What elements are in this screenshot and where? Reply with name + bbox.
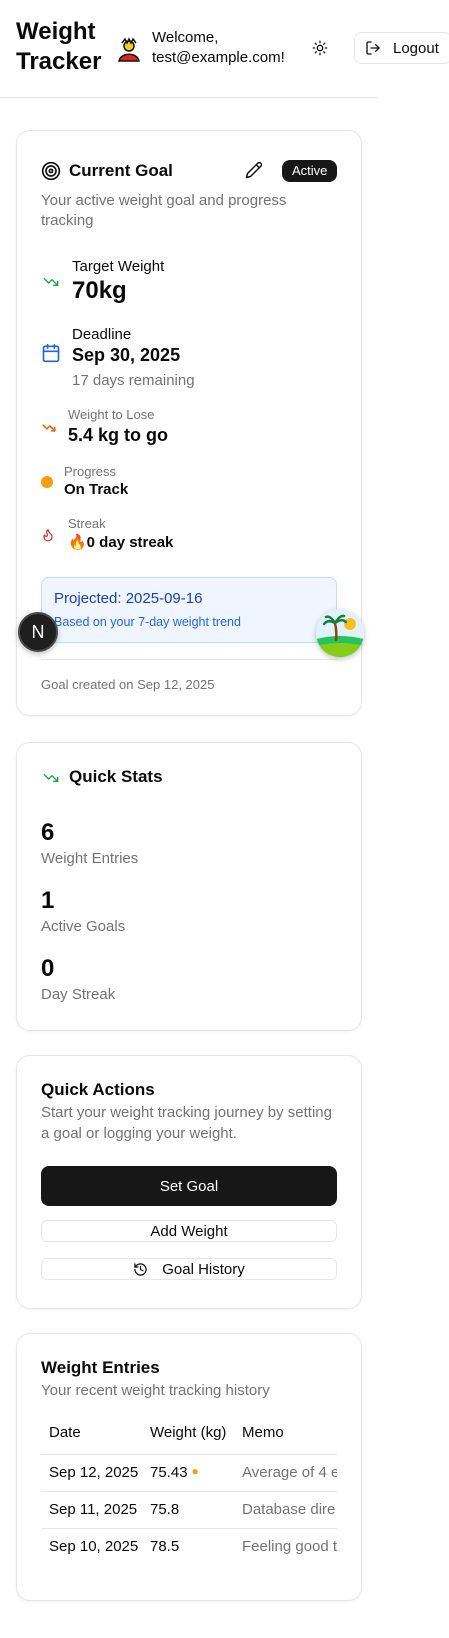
sun-icon xyxy=(312,40,328,56)
stat-value: 6 xyxy=(41,819,55,846)
column-header-date: Date xyxy=(41,1412,142,1455)
goal-subtitle: Your active weight goal and progress tra… xyxy=(41,192,287,229)
table-header-row: Date Weight (kg) Memo xyxy=(41,1412,337,1455)
stat-value: 1 xyxy=(41,887,55,914)
weight-entries-table: Date Weight (kg) Memo Sep 12, 2025 75.43… xyxy=(41,1412,337,1565)
add-weight-button[interactable]: Add Weight xyxy=(41,1220,337,1242)
trend-down-icon xyxy=(43,774,59,782)
weight-entries-card: Weight Entries Your recent weight tracki… xyxy=(16,1333,362,1601)
projection-box: Projected: 2025-09-16 Based on your 7-da… xyxy=(41,577,337,643)
target-weight-label: Target Weight xyxy=(72,258,165,275)
theme-toggle-button[interactable] xyxy=(308,36,332,60)
averaged-indicator: ● xyxy=(191,1464,199,1478)
flame-icon xyxy=(43,529,53,542)
progress-value: On Track xyxy=(64,481,129,498)
entry-weight: 78.5 xyxy=(150,1538,180,1556)
app-title: Weight Tracker xyxy=(16,18,102,75)
pencil-icon xyxy=(245,161,263,179)
edit-goal-button[interactable] xyxy=(245,161,263,184)
streak-label: Streak xyxy=(68,516,106,531)
logout-button[interactable]: Logout xyxy=(354,32,449,64)
status-badge: Active xyxy=(282,160,338,182)
goal-title: Current Goal xyxy=(69,161,173,180)
quick-actions-card: Quick Actions Start your weight tracking… xyxy=(16,1055,362,1309)
actions-subtitle: Start your weight tracking journey by se… xyxy=(41,1104,332,1142)
stat-label: Day Streak xyxy=(41,986,116,1003)
entry-date: Sep 11, 2025 xyxy=(41,1491,142,1529)
entry-date: Sep 12, 2025 xyxy=(41,1454,142,1492)
table-row[interactable]: Sep 10, 2025 78.5 Feeling good t xyxy=(41,1528,337,1565)
progress-label: Progress xyxy=(64,464,117,479)
column-header-memo: Memo xyxy=(234,1412,337,1455)
progress-dot xyxy=(41,476,53,488)
weight-to-lose-label: Weight to Lose xyxy=(68,407,155,422)
quick-stats-card: Quick Stats 6 Weight Entries 1 Active Go… xyxy=(16,742,362,1031)
stat-label: Weight Entries xyxy=(41,850,139,867)
table-row[interactable]: Sep 12, 2025 75.43 ● Average of 4 e xyxy=(41,1454,337,1492)
entry-weight: 75.43 xyxy=(150,1464,188,1481)
goal-created-text: Goal created on Sep 12, 2025 xyxy=(41,677,215,692)
entry-memo: Database dire xyxy=(234,1491,337,1529)
history-icon xyxy=(134,1262,147,1276)
goal-history-button[interactable]: Goal History xyxy=(41,1258,337,1280)
weight-to-lose-value: 5.4 kg to go xyxy=(68,425,169,445)
calendar-icon xyxy=(42,343,60,363)
n-floating-button[interactable]: N xyxy=(18,612,58,652)
entries-title: Weight Entries xyxy=(41,1358,160,1377)
entry-weight-cell: 75.43 ● xyxy=(142,1454,234,1492)
stats-title: Quick Stats xyxy=(69,767,163,786)
stat-value: 0 xyxy=(41,955,55,982)
set-goal-button[interactable]: Set Goal xyxy=(41,1166,337,1206)
entry-memo: Feeling good t xyxy=(242,1538,337,1556)
current-goal-card: Current Goal Active Your active weight g… xyxy=(16,130,362,716)
palm-island-icon xyxy=(316,609,364,657)
days-remaining: 17 days remaining xyxy=(72,372,195,389)
entry-memo: Average of 4 e xyxy=(234,1454,337,1492)
stat-label: Active Goals xyxy=(41,918,126,935)
logout-icon xyxy=(366,41,380,55)
app-header: Weight Tracker Welcome, test@example.com… xyxy=(0,0,449,98)
welcome-text: Welcome, test@example.com! xyxy=(152,29,285,66)
streak-value: 🔥0 day streak xyxy=(68,534,174,551)
trend-down-icon xyxy=(43,278,59,286)
avatar-icon xyxy=(116,37,142,63)
entries-subtitle: Your recent weight tracking history xyxy=(41,1382,270,1399)
table-row[interactable]: Sep 11, 2025 75.8 Database dire xyxy=(41,1491,337,1529)
right-gutter xyxy=(378,98,449,1638)
actions-title: Quick Actions xyxy=(41,1080,155,1099)
divider xyxy=(41,659,337,660)
trend-down-icon xyxy=(42,424,56,432)
island-avatar-button[interactable] xyxy=(316,609,364,657)
target-weight-value: 70kg xyxy=(72,277,127,304)
entry-weight: 75.8 xyxy=(142,1491,234,1529)
goal-history-label: Goal History xyxy=(162,1260,245,1278)
deadline-label: Deadline xyxy=(72,326,132,343)
entry-date: Sep 10, 2025 xyxy=(49,1538,139,1556)
deadline-value: Sep 30, 2025 xyxy=(72,345,181,365)
projected-date: Projected: 2025-09-16 xyxy=(54,590,203,607)
logout-label: Logout xyxy=(393,39,439,57)
projected-note: Based on your 7-day weight trend xyxy=(54,615,241,629)
target-icon xyxy=(41,161,61,181)
column-header-weight: Weight (kg) xyxy=(142,1412,234,1455)
